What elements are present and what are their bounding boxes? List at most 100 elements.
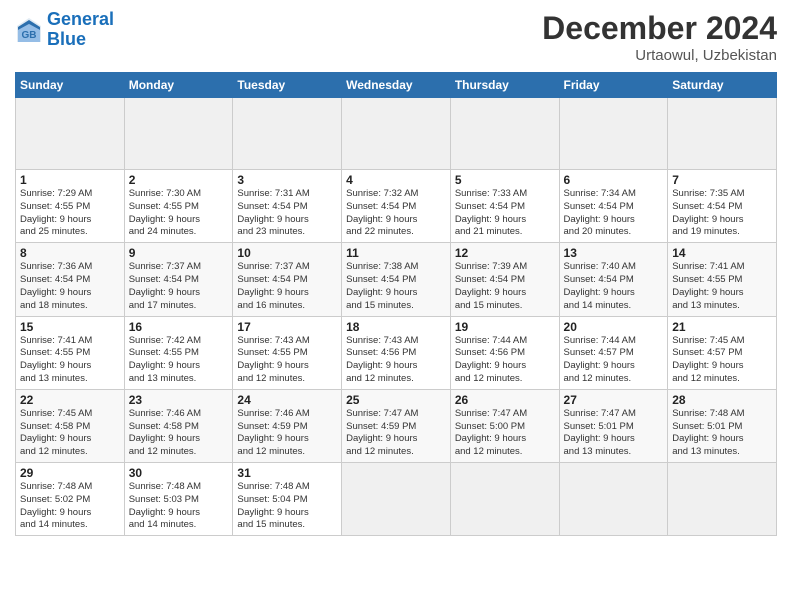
- table-row: [668, 98, 777, 170]
- day-number: 15: [20, 320, 120, 334]
- table-row: [559, 98, 668, 170]
- day-info: Sunrise: 7:40 AMSunset: 4:54 PMDaylight:…: [564, 261, 664, 312]
- table-row: 6Sunrise: 7:34 AMSunset: 4:54 PMDaylight…: [559, 170, 668, 243]
- info-line: Daylight: 9 hours: [129, 507, 229, 520]
- info-line: Sunset: 4:55 PM: [20, 201, 120, 214]
- day-info: Sunrise: 7:48 AMSunset: 5:03 PMDaylight:…: [129, 481, 229, 532]
- day-info: Sunrise: 7:47 AMSunset: 5:00 PMDaylight:…: [455, 408, 555, 459]
- info-line: Daylight: 9 hours: [455, 287, 555, 300]
- info-line: Sunrise: 7:39 AM: [455, 261, 555, 274]
- calendar-week-row: 29 Sunrise: 7:48 AM Sunset: 5:02 PM Dayligh…: [16, 463, 777, 536]
- info-line: Daylight: 9 hours: [237, 433, 337, 446]
- info-line: Sunrise: 7:48 AM: [129, 481, 229, 494]
- info-line: Sunrise: 7:40 AM: [564, 261, 664, 274]
- logo-text: General Blue: [47, 10, 114, 50]
- info-line: Sunrise: 7:37 AM: [237, 261, 337, 274]
- table-row: 21Sunrise: 7:45 AMSunset: 4:57 PMDayligh…: [668, 316, 777, 389]
- info-line: and 25 minutes.: [20, 226, 120, 239]
- info-line: and 12 minutes.: [237, 373, 337, 386]
- info-line: and 12 minutes.: [346, 373, 446, 386]
- table-row: 19Sunrise: 7:44 AMSunset: 4:56 PMDayligh…: [450, 316, 559, 389]
- day-number: 10: [237, 246, 337, 260]
- month-title: December 2024: [542, 10, 777, 47]
- info-line: Sunset: 5:00 PM: [455, 421, 555, 434]
- info-line: Sunset: 5:02 PM: [20, 494, 120, 507]
- info-line: Sunrise: 7:48 AM: [672, 408, 772, 421]
- info-line: Sunrise: 7:45 AM: [672, 335, 772, 348]
- day-info: Sunrise: 7:43 AMSunset: 4:56 PMDaylight:…: [346, 335, 446, 386]
- info-line: and 14 minutes.: [129, 519, 229, 532]
- table-row: 27Sunrise: 7:47 AMSunset: 5:01 PMDayligh…: [559, 389, 668, 462]
- table-row: [233, 98, 342, 170]
- info-line: Sunrise: 7:42 AM: [129, 335, 229, 348]
- info-line: Sunset: 4:54 PM: [346, 274, 446, 287]
- day-info: Sunrise: 7:41 AMSunset: 4:55 PMDaylight:…: [672, 261, 772, 312]
- table-row: 12Sunrise: 7:39 AMSunset: 4:54 PMDayligh…: [450, 243, 559, 316]
- table-row: 14Sunrise: 7:41 AMSunset: 4:55 PMDayligh…: [668, 243, 777, 316]
- info-line: Sunrise: 7:46 AM: [129, 408, 229, 421]
- table-row: 20Sunrise: 7:44 AMSunset: 4:57 PMDayligh…: [559, 316, 668, 389]
- info-line: Daylight: 9 hours: [346, 287, 446, 300]
- day-number: 29: [20, 466, 120, 480]
- info-line: Sunrise: 7:45 AM: [20, 408, 120, 421]
- day-info: Sunrise: 7:45 AMSunset: 4:58 PMDaylight:…: [20, 408, 120, 459]
- info-line: Sunset: 4:59 PM: [346, 421, 446, 434]
- day-info: Sunrise: 7:37 AMSunset: 4:54 PMDaylight:…: [237, 261, 337, 312]
- table-row: 3Sunrise: 7:31 AMSunset: 4:54 PMDaylight…: [233, 170, 342, 243]
- info-line: Sunset: 5:03 PM: [129, 494, 229, 507]
- day-number: 1: [20, 173, 120, 187]
- info-line: Sunrise: 7:33 AM: [455, 188, 555, 201]
- table-row: [450, 463, 559, 536]
- info-line: Sunset: 4:57 PM: [564, 347, 664, 360]
- day-number: 27: [564, 393, 664, 407]
- info-line: Sunrise: 7:31 AM: [237, 188, 337, 201]
- info-line: Sunset: 4:59 PM: [237, 421, 337, 434]
- info-line: Sunset: 4:54 PM: [564, 274, 664, 287]
- day-number: 12: [455, 246, 555, 260]
- day-number: 19: [455, 320, 555, 334]
- info-line: Sunrise: 7:41 AM: [20, 335, 120, 348]
- table-row: 30Sunrise: 7:48 AMSunset: 5:03 PMDayligh…: [124, 463, 233, 536]
- calendar-week-row: 8Sunrise: 7:36 AMSunset: 4:54 PMDaylight…: [16, 243, 777, 316]
- day-info: Sunrise: 7:48 AMSunset: 5:04 PMDaylight:…: [237, 481, 337, 532]
- info-line: Sunrise: 7:43 AM: [237, 335, 337, 348]
- day-number: 7: [672, 173, 772, 187]
- col-tuesday: Tuesday: [233, 73, 342, 98]
- logo-icon: GB: [15, 16, 43, 44]
- info-line: Sunrise: 7:43 AM: [346, 335, 446, 348]
- day-info: Sunrise: 7:44 AMSunset: 4:57 PMDaylight:…: [564, 335, 664, 386]
- table-row: 25Sunrise: 7:47 AMSunset: 4:59 PMDayligh…: [342, 389, 451, 462]
- info-line: and 17 minutes.: [129, 300, 229, 313]
- info-line: Sunrise: 7:38 AM: [346, 261, 446, 274]
- table-row: 1Sunrise: 7:29 AMSunset: 4:55 PMDaylight…: [16, 170, 125, 243]
- day-number: 2: [129, 173, 229, 187]
- table-row: 4Sunrise: 7:32 AMSunset: 4:54 PMDaylight…: [342, 170, 451, 243]
- table-row: 17Sunrise: 7:43 AMSunset: 4:55 PMDayligh…: [233, 316, 342, 389]
- day-number: 22: [20, 393, 120, 407]
- svg-text:GB: GB: [22, 30, 37, 41]
- info-line: Sunset: 4:54 PM: [672, 201, 772, 214]
- table-row: [16, 98, 125, 170]
- info-line: Daylight: 9 hours: [455, 433, 555, 446]
- day-number: 26: [455, 393, 555, 407]
- info-line: Sunset: 4:56 PM: [346, 347, 446, 360]
- day-info: Sunrise: 7:43 AMSunset: 4:55 PMDaylight:…: [237, 335, 337, 386]
- info-line: Daylight: 9 hours: [129, 214, 229, 227]
- info-line: Daylight: 9 hours: [129, 433, 229, 446]
- info-line: Sunset: 4:54 PM: [237, 201, 337, 214]
- col-wednesday: Wednesday: [342, 73, 451, 98]
- info-line: Daylight: 9 hours: [237, 360, 337, 373]
- info-line: Sunset: 4:54 PM: [129, 274, 229, 287]
- table-row: [124, 98, 233, 170]
- location: Urtaowul, Uzbekistan: [542, 47, 777, 64]
- day-number: 4: [346, 173, 446, 187]
- info-line: Daylight: 9 hours: [346, 360, 446, 373]
- day-number: 18: [346, 320, 446, 334]
- table-row: 28Sunrise: 7:48 AMSunset: 5:01 PMDayligh…: [668, 389, 777, 462]
- table-row: [342, 463, 451, 536]
- day-number: 24: [237, 393, 337, 407]
- day-info: Sunrise: 7:38 AMSunset: 4:54 PMDaylight:…: [346, 261, 446, 312]
- info-line: and 20 minutes.: [564, 226, 664, 239]
- day-number: 23: [129, 393, 229, 407]
- table-row: 22Sunrise: 7:45 AMSunset: 4:58 PMDayligh…: [16, 389, 125, 462]
